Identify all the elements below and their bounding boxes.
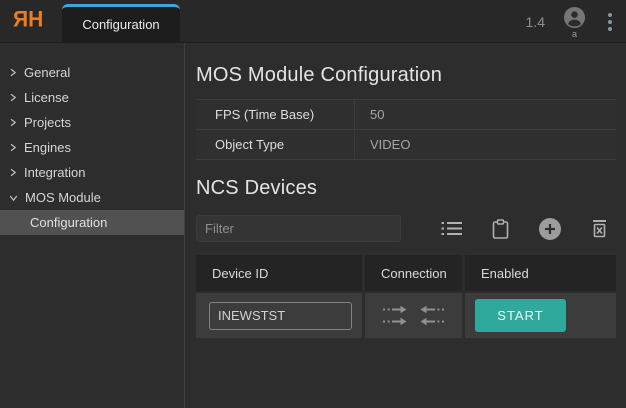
- device-id-cell: [196, 293, 362, 338]
- sidebar-item-mos-configuration[interactable]: Configuration: [0, 210, 184, 235]
- main-panel: MOS Module Configuration FPS (Time Base)…: [185, 43, 626, 408]
- sidebar-item-mos-module[interactable]: MOS Module: [0, 185, 184, 210]
- chevron-right-icon: [9, 168, 17, 177]
- devices-table: Device ID Connection Enabled: [196, 255, 616, 338]
- tab-configuration[interactable]: Configuration: [62, 4, 180, 42]
- chevron-right-icon: [9, 93, 17, 102]
- overflow-menu-icon[interactable]: [604, 9, 616, 35]
- delete-icon: [591, 219, 608, 238]
- start-button[interactable]: START: [475, 299, 566, 332]
- setting-label: FPS (Time Base): [196, 100, 355, 129]
- enabled-cell: START: [465, 293, 616, 338]
- ncs-devices-title: NCS Devices: [196, 177, 616, 200]
- filter-input[interactable]: [196, 215, 401, 242]
- avatar-username: a: [572, 30, 577, 39]
- sidebar-item-license[interactable]: License: [0, 85, 184, 110]
- delete-device-button[interactable]: [589, 217, 610, 240]
- outgoing-arrow-icon: [382, 317, 407, 326]
- list-icon: [441, 221, 462, 236]
- column-header-connection: Connection: [365, 255, 462, 291]
- chevron-down-icon: [9, 194, 18, 202]
- column-header-enabled: Enabled: [465, 255, 616, 291]
- column-header-device-id: Device ID: [196, 255, 362, 291]
- app-logo: RH: [12, 7, 44, 32]
- sidebar-item-engines[interactable]: Engines: [0, 135, 184, 160]
- connection-cell: [365, 293, 462, 338]
- top-bar: RH Configuration 1.4 a: [0, 0, 626, 43]
- mos-settings-table: FPS (Time Base) 50 Object Type VIDEO: [196, 99, 616, 160]
- setting-value: 50: [355, 107, 384, 122]
- chevron-right-icon: [9, 118, 17, 127]
- sidebar-item-general[interactable]: General: [0, 60, 184, 85]
- chevron-right-icon: [9, 68, 17, 77]
- incoming-arrow-icon: [420, 317, 445, 326]
- app-window: RH Configuration 1.4 a General: [0, 0, 626, 408]
- setting-row-fps[interactable]: FPS (Time Base) 50: [196, 100, 616, 130]
- avatar-icon: [563, 6, 586, 29]
- user-avatar[interactable]: a: [563, 6, 586, 39]
- sidebar-item-integration[interactable]: Integration: [0, 160, 184, 185]
- outgoing-arrow-icon: [382, 305, 407, 314]
- list-view-button[interactable]: [439, 219, 464, 238]
- add-device-button[interactable]: [537, 216, 563, 242]
- setting-label: Object Type: [196, 130, 355, 159]
- page-title: MOS Module Configuration: [196, 64, 616, 87]
- setting-row-object-type[interactable]: Object Type VIDEO: [196, 130, 616, 160]
- devices-toolbar: [196, 215, 616, 242]
- sidebar-item-projects[interactable]: Projects: [0, 110, 184, 135]
- add-icon: [539, 218, 561, 240]
- paste-button[interactable]: [490, 217, 511, 241]
- incoming-arrow-icon: [420, 305, 445, 314]
- version-label: 1.4: [526, 14, 545, 30]
- clipboard-icon: [492, 219, 509, 239]
- sidebar-nav: General License Projects Engines Integra…: [0, 43, 185, 408]
- device-id-input[interactable]: [209, 302, 352, 330]
- setting-value: VIDEO: [355, 137, 410, 152]
- chevron-right-icon: [9, 143, 17, 152]
- tab-label: Configuration: [82, 17, 159, 32]
